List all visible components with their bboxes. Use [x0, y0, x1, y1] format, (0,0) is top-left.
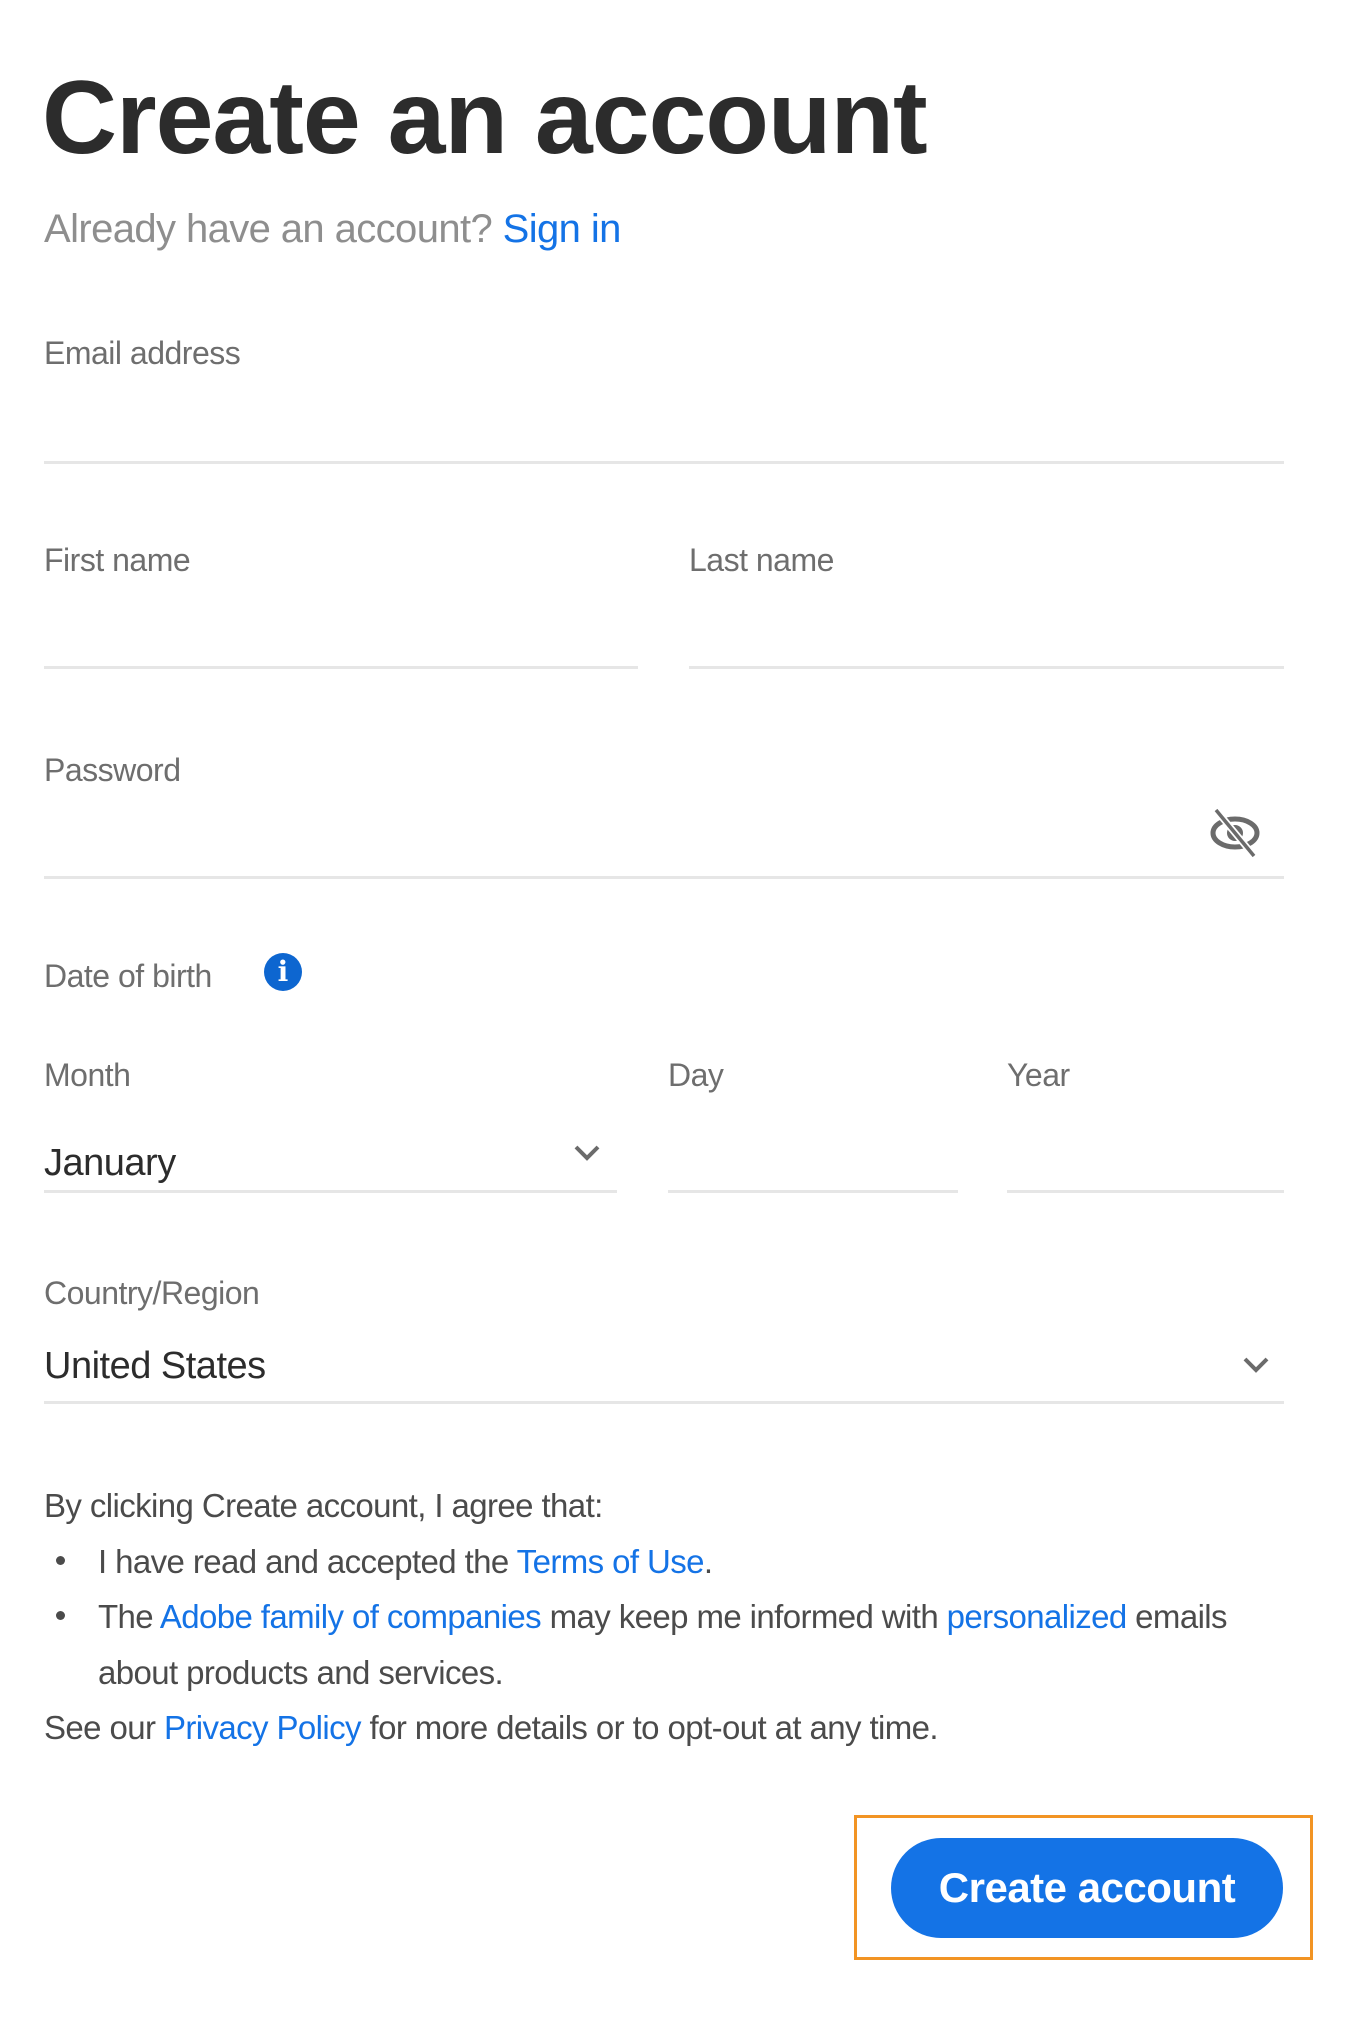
day-label: Day	[668, 1057, 724, 1093]
consent-text: By clicking Create account, I agree that…	[44, 1478, 1294, 1756]
month-selected-value: January	[44, 1142, 176, 1184]
bullet-icon	[56, 1555, 65, 1565]
country-label: Country/Region	[44, 1275, 260, 1311]
last-name-field-wrapper	[689, 606, 1284, 669]
country-selected-value: United States	[44, 1345, 266, 1387]
chevron-down-icon	[574, 1145, 600, 1161]
terms-of-use-link[interactable]: Terms of Use	[517, 1543, 705, 1580]
info-icon[interactable]: i	[264, 953, 302, 991]
page-title: Create an account	[42, 60, 928, 176]
month-select[interactable]: January	[44, 1130, 617, 1193]
last-name-label: Last name	[689, 542, 834, 578]
personalized-link[interactable]: personalized	[947, 1598, 1128, 1635]
consent-item-marketing: The Adobe family of companies may keep m…	[44, 1589, 1294, 1700]
password-label: Password	[44, 752, 181, 788]
year-field-wrapper	[1007, 1130, 1284, 1193]
email-label: Email address	[44, 335, 241, 371]
privacy-policy-link[interactable]: Privacy Policy	[164, 1709, 362, 1746]
bullet-icon	[56, 1611, 65, 1620]
consent-item-text: The	[98, 1598, 160, 1635]
first-name-input[interactable]	[44, 606, 638, 666]
date-of-birth-label: Date of birth	[44, 958, 212, 994]
show-password-toggle[interactable]	[1207, 804, 1263, 860]
consent-list: I have read and accepted the Terms of Us…	[44, 1534, 1294, 1701]
last-name-input[interactable]	[689, 606, 1284, 666]
year-label: Year	[1007, 1057, 1070, 1093]
eye-slash-icon	[1210, 807, 1260, 859]
sign-in-prompt-text: Already have an account?	[44, 207, 493, 251]
consent-item-text: may keep me informed with	[541, 1598, 947, 1635]
chevron-down-icon	[1243, 1357, 1269, 1373]
day-input[interactable]	[668, 1130, 958, 1190]
privacy-note: See our Privacy Policy for more details …	[44, 1700, 1294, 1756]
privacy-note-text: See our	[44, 1709, 164, 1746]
sign-in-link[interactable]: Sign in	[503, 207, 622, 251]
day-field-wrapper	[668, 1130, 958, 1193]
consent-item-text: .	[703, 1542, 713, 1580]
country-select[interactable]: United States	[44, 1341, 1284, 1404]
password-underline	[44, 876, 1284, 879]
sign-in-prompt: Already have an account? Sign in	[44, 205, 621, 253]
consent-item-text: I have read and accepted the	[98, 1542, 517, 1580]
consent-intro: By clicking Create account, I agree that…	[44, 1487, 603, 1524]
year-input[interactable]	[1007, 1130, 1284, 1190]
email-input[interactable]	[44, 401, 1284, 461]
first-name-label: First name	[44, 542, 191, 578]
consent-item-terms: I have read and accepted the Terms of Us…	[44, 1534, 1294, 1590]
password-input[interactable]	[44, 816, 1204, 876]
adobe-family-link[interactable]: Adobe family of companies	[160, 1598, 542, 1635]
create-account-button[interactable]: Create account	[891, 1838, 1283, 1938]
privacy-note-text: for more details or to opt-out at any ti…	[360, 1709, 939, 1746]
password-field-wrapper	[44, 816, 1204, 876]
first-name-field-wrapper	[44, 606, 638, 669]
month-label: Month	[44, 1057, 131, 1093]
email-field-wrapper	[44, 401, 1284, 464]
